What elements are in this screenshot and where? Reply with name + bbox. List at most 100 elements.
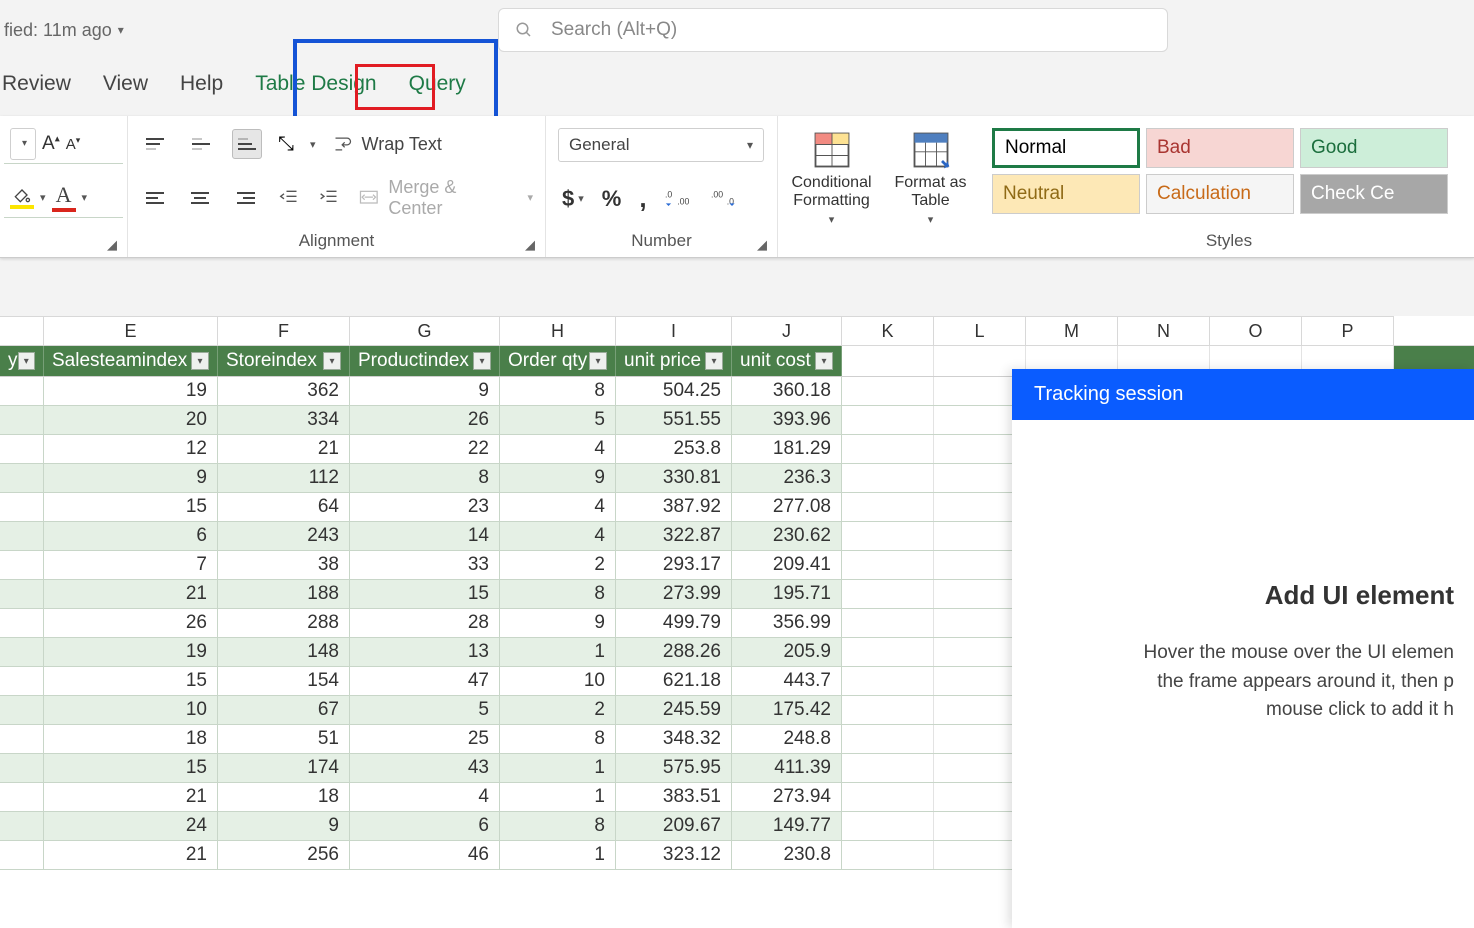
cell[interactable]: 25 <box>350 725 500 753</box>
cell[interactable]: 8 <box>500 377 616 405</box>
cell[interactable]: 64 <box>218 493 350 521</box>
cell[interactable]: 387.92 <box>616 493 732 521</box>
dialog-launcher-icon[interactable]: ◢ <box>107 237 121 251</box>
cell[interactable]: 15 <box>44 754 218 782</box>
table-header[interactable]: Storeindex▾ <box>218 346 350 376</box>
col-header[interactable]: J <box>732 316 842 345</box>
cell[interactable] <box>0 522 44 550</box>
cell[interactable]: 43 <box>350 754 500 782</box>
cell[interactable] <box>0 841 44 869</box>
align-top-button[interactable] <box>140 129 170 159</box>
cell[interactable] <box>842 609 934 637</box>
cell[interactable]: 195.71 <box>732 580 842 608</box>
cell[interactable]: 273.99 <box>616 580 732 608</box>
orientation-button[interactable]: ⤡ <box>278 133 294 156</box>
cell[interactable]: 181.29 <box>732 435 842 463</box>
cell[interactable]: 46 <box>350 841 500 869</box>
cell[interactable]: 47 <box>350 667 500 695</box>
cell[interactable] <box>842 783 934 811</box>
cell[interactable]: 175.42 <box>732 696 842 724</box>
cell[interactable] <box>842 725 934 753</box>
col-header[interactable]: H <box>500 316 616 345</box>
cell[interactable]: 9 <box>500 609 616 637</box>
cell[interactable]: 9 <box>218 812 350 840</box>
col-header[interactable]: L <box>934 316 1026 345</box>
cell[interactable]: 383.51 <box>616 783 732 811</box>
cell[interactable]: 112 <box>218 464 350 492</box>
cell[interactable]: 9 <box>500 464 616 492</box>
increase-decimal-button[interactable]: .0.00 <box>665 188 693 210</box>
wrap-text-button[interactable]: Wrap Text <box>332 134 442 155</box>
cell[interactable]: 253.8 <box>616 435 732 463</box>
cell[interactable]: 293.17 <box>616 551 732 579</box>
cell[interactable]: 8 <box>500 580 616 608</box>
cell[interactable]: 188 <box>218 580 350 608</box>
cell[interactable]: 9 <box>350 377 500 405</box>
cell[interactable]: 148 <box>218 638 350 666</box>
cell[interactable]: 230.62 <box>732 522 842 550</box>
cell[interactable] <box>0 493 44 521</box>
align-left-button[interactable] <box>140 183 170 213</box>
col-header[interactable]: K <box>842 316 934 345</box>
cell[interactable]: 13 <box>350 638 500 666</box>
tab-review[interactable]: Review <box>0 70 73 98</box>
style-normal[interactable]: Normal <box>992 128 1140 168</box>
filter-dropdown-icon[interactable]: ▾ <box>18 352 36 370</box>
cell[interactable]: 8 <box>350 464 500 492</box>
cell[interactable]: 393.96 <box>732 406 842 434</box>
cell[interactable] <box>842 754 934 782</box>
cell[interactable]: 20 <box>44 406 218 434</box>
col-header[interactable]: E <box>44 316 218 345</box>
cell[interactable] <box>0 638 44 666</box>
cell[interactable]: 209.41 <box>732 551 842 579</box>
cell[interactable]: 4 <box>350 783 500 811</box>
style-neutral[interactable]: Neutral <box>992 174 1140 214</box>
cell[interactable]: 18 <box>44 725 218 753</box>
cell[interactable]: 322.87 <box>616 522 732 550</box>
cell[interactable]: 10 <box>500 667 616 695</box>
chevron-down-icon[interactable]: ▾ <box>40 191 46 204</box>
cell[interactable]: 174 <box>218 754 350 782</box>
cell[interactable]: 362 <box>218 377 350 405</box>
percent-format-button[interactable]: % <box>602 186 622 212</box>
cell[interactable] <box>842 841 934 869</box>
increase-indent-button[interactable] <box>317 188 341 208</box>
cell[interactable] <box>0 667 44 695</box>
table-header[interactable]: Salesteamindex▾ <box>44 346 218 376</box>
cell[interactable]: 1 <box>500 841 616 869</box>
fill-color-button[interactable] <box>10 185 34 209</box>
cell[interactable] <box>0 406 44 434</box>
cell[interactable] <box>0 783 44 811</box>
cell[interactable] <box>0 551 44 579</box>
cell[interactable]: 21 <box>44 580 218 608</box>
cell[interactable]: 15 <box>44 667 218 695</box>
format-as-table-button[interactable]: Format as Table ▾ <box>881 124 980 255</box>
cell[interactable]: 12 <box>44 435 218 463</box>
cell[interactable]: 10 <box>44 696 218 724</box>
cell[interactable]: 21 <box>218 435 350 463</box>
cell[interactable]: 23 <box>350 493 500 521</box>
table-header[interactable]: Productindex▾ <box>350 346 500 376</box>
tab-view[interactable]: View <box>101 70 150 98</box>
cell[interactable]: 18 <box>218 783 350 811</box>
dialog-launcher-icon[interactable]: ◢ <box>525 237 539 251</box>
cell[interactable]: 28 <box>350 609 500 637</box>
cell[interactable] <box>842 812 934 840</box>
cell[interactable]: 19 <box>44 638 218 666</box>
cell[interactable]: 360.18 <box>732 377 842 405</box>
cell[interactable]: 499.79 <box>616 609 732 637</box>
merge-center-button[interactable]: Merge & Center ▾ <box>357 177 533 219</box>
cell[interactable]: 22 <box>350 435 500 463</box>
cell[interactable]: 154 <box>218 667 350 695</box>
cell[interactable]: 348.32 <box>616 725 732 753</box>
cell[interactable] <box>0 435 44 463</box>
style-good[interactable]: Good <box>1300 128 1448 168</box>
cell[interactable]: 236.3 <box>732 464 842 492</box>
filter-dropdown-icon[interactable]: ▾ <box>191 352 209 370</box>
col-header[interactable]: M <box>1026 316 1118 345</box>
cell[interactable]: 2 <box>500 551 616 579</box>
cell[interactable]: 19 <box>44 377 218 405</box>
cell[interactable]: 38 <box>218 551 350 579</box>
cell[interactable]: 67 <box>218 696 350 724</box>
cell[interactable]: 6 <box>350 812 500 840</box>
